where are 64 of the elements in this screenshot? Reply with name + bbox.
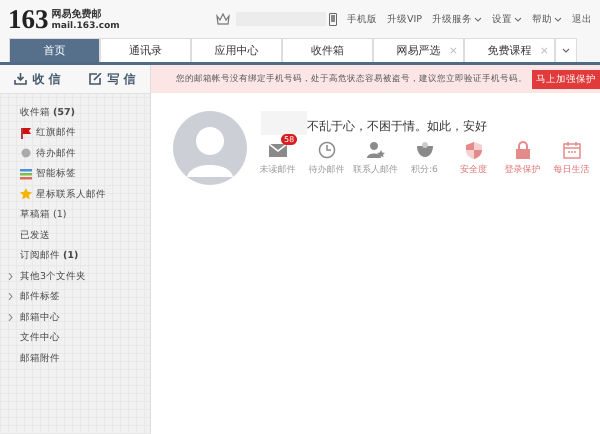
- top-link[interactable]: 设置: [492, 12, 522, 26]
- contact-star-icon: [366, 141, 386, 159]
- folder-label: 邮件标签: [20, 290, 60, 304]
- folder-label: 星标联系人邮件: [36, 188, 106, 201]
- folder-item[interactable]: 订阅邮件 (1): [0, 246, 150, 266]
- envelope-icon: [268, 141, 288, 159]
- top-link[interactable]: 退出: [572, 12, 592, 26]
- folder-item[interactable]: 红旗邮件: [0, 122, 150, 143]
- flag-icon: [20, 126, 32, 139]
- folder-item[interactable]: 邮箱中心: [0, 307, 150, 328]
- folder-item[interactable]: 邮件标签: [0, 286, 150, 307]
- avatar-icon: [173, 111, 247, 185]
- tab[interactable]: 通讯录: [100, 38, 191, 62]
- folder-label: 智能标签: [36, 167, 76, 180]
- logo-name: 网易免费邮: [52, 8, 102, 21]
- edit-icon: [89, 73, 102, 85]
- folder-item[interactable]: 收件箱 (57): [0, 102, 150, 122]
- logo-number: 163: [8, 6, 48, 32]
- compose-button[interactable]: 写 信: [75, 65, 150, 93]
- top-link[interactable]: 手机版: [346, 12, 377, 26]
- count-badge: 58: [281, 134, 298, 145]
- folder-label: 订阅邮件 (1): [20, 249, 78, 262]
- folder-label: 草稿箱 (1): [20, 208, 66, 222]
- top-link[interactable]: 升级VIP: [386, 12, 422, 26]
- tags-icon: [20, 168, 32, 180]
- folder-item[interactable]: 智能标签: [0, 164, 150, 184]
- folder-item[interactable]: 邮箱附件: [0, 348, 150, 368]
- crown-icon: [216, 13, 230, 25]
- bowl-icon: [414, 141, 434, 159]
- folder-item[interactable]: 已发送: [0, 225, 150, 246]
- calendar-icon: [562, 141, 582, 159]
- motto-text: 不乱于心，不困于情。如此，安好: [307, 118, 487, 135]
- caret-icon: [562, 48, 570, 53]
- folder-label: 待办邮件: [36, 146, 76, 160]
- logo-domain: mail.163.com: [52, 21, 120, 31]
- folder-item[interactable]: 其他3个文件夹: [0, 266, 150, 286]
- tab[interactable]: 免费课程 ×: [464, 38, 555, 62]
- folder-item[interactable]: 待办邮件: [0, 143, 150, 164]
- phone-icon: [328, 12, 337, 26]
- shield-icon: [464, 141, 484, 159]
- folder-item[interactable]: 星标联系人邮件: [0, 184, 150, 204]
- dot-icon: [20, 147, 32, 160]
- tab[interactable]: 网易严选 ×: [373, 38, 464, 62]
- folder-label: 红旗邮件: [36, 126, 76, 140]
- star-icon: [20, 188, 32, 200]
- folder-item[interactable]: 草稿箱 (1): [0, 204, 150, 225]
- clock-icon: [316, 141, 336, 159]
- folder-label: 收件箱 (57): [20, 106, 75, 119]
- folder-label: 其他3个文件夹: [20, 270, 86, 283]
- folder-label: 已发送: [20, 228, 50, 242]
- alert-message: 您的邮箱帐号没有绑定手机号码，处于高危状态容易被盗号，建议您立即验证手机号码。: [176, 73, 527, 85]
- top-link[interactable]: 升级服务: [432, 12, 482, 26]
- folder-label: 文件中心: [20, 331, 60, 344]
- redacted-name-block: [261, 111, 307, 135]
- folder-item[interactable]: 文件中心: [0, 328, 150, 348]
- inbox-download-icon: [14, 73, 28, 85]
- receive-button[interactable]: 收 信: [0, 65, 75, 93]
- folder-label: 邮箱附件: [20, 352, 60, 365]
- protect-button[interactable]: 马上加强保护: [532, 70, 600, 88]
- folder-label: 邮箱中心: [20, 310, 60, 324]
- top-link[interactable]: 帮助: [532, 12, 562, 26]
- tab[interactable]: 收件箱: [282, 38, 373, 62]
- tab[interactable]: 首页: [9, 38, 100, 62]
- tab[interactable]: 应用中心: [191, 38, 282, 62]
